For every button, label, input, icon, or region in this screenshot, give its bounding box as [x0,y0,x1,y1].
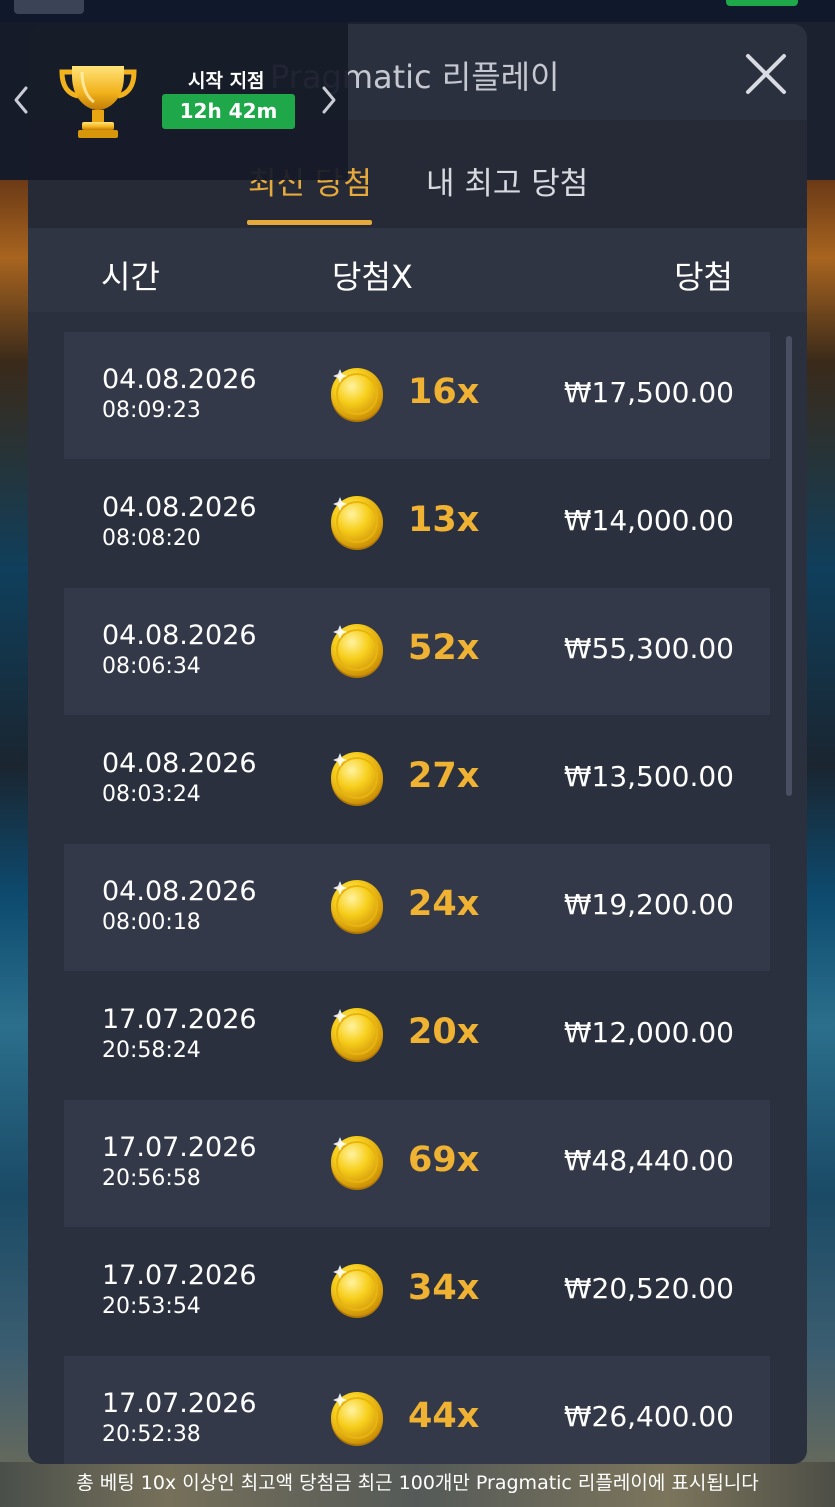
win-date: 17.07.2026 [102,1132,257,1163]
win-date: 17.07.2026 [102,1260,257,1291]
trophy-icon [59,66,137,138]
active-tab-indicator [247,220,372,225]
win-multiplier: 20x [408,1012,480,1052]
chevron-left-icon[interactable] [10,82,32,118]
win-amount: ₩17,500.00 [563,376,734,409]
list-item[interactable]: 04.08.2026 08:06:34 52x ₩55,300.00 [64,588,770,715]
coin-icon [328,493,386,551]
win-date: 04.08.2026 [102,620,257,651]
win-amount: ₩20,520.00 [563,1272,734,1305]
list-item[interactable]: 17.07.2026 20:52:38 44x ₩26,400.00 [64,1356,770,1464]
wins-list[interactable]: 04.08.2026 08:09:23 16x ₩17,500.00 04.08… [28,312,807,1464]
win-date: 04.08.2026 [102,748,257,779]
win-amount: ₩13,500.00 [563,760,734,793]
coin-icon [328,621,386,679]
top-bar-button-left[interactable] [14,0,84,14]
win-multiplier: 52x [408,628,480,668]
coin-icon [328,365,386,423]
win-amount: ₩48,440.00 [563,1144,734,1177]
win-multiplier: 24x [408,884,480,924]
win-amount: ₩14,000.00 [563,504,734,537]
win-date: 04.08.2026 [102,876,257,907]
column-headers: 시간 당첨X 당첨 [28,228,807,312]
list-item[interactable]: 17.07.2026 20:58:24 20x ₩12,000.00 [64,972,770,1099]
tab-my-best-wins[interactable]: 내 최고 당첨 [426,158,588,203]
coin-icon [328,1133,386,1191]
list-item[interactable]: 04.08.2026 08:00:18 24x ₩19,200.00 [64,844,770,971]
win-multiplier: 34x [408,1268,480,1308]
list-item[interactable]: 17.07.2026 20:56:58 69x ₩48,440.00 [64,1100,770,1227]
list-item[interactable]: 04.08.2026 08:03:24 27x ₩13,500.00 [64,716,770,843]
close-button[interactable] [740,48,792,100]
win-date: 17.07.2026 [102,1004,257,1035]
win-multiplier: 27x [408,756,480,796]
win-time: 08:09:23 [102,398,201,423]
win-date: 04.08.2026 [102,364,257,395]
win-time: 08:06:34 [102,654,201,679]
win-time: 20:56:58 [102,1166,201,1191]
coin-icon [328,1005,386,1063]
close-icon [746,54,786,94]
coin-icon [328,1389,386,1447]
list-item[interactable]: 17.07.2026 20:53:54 34x ₩20,520.00 [64,1228,770,1355]
win-amount: ₩12,000.00 [563,1016,734,1049]
win-amount: ₩55,300.00 [563,632,734,665]
coin-icon [328,1261,386,1319]
win-time: 08:00:18 [102,910,201,935]
win-multiplier: 16x [408,372,480,412]
win-time: 20:53:54 [102,1294,201,1319]
win-time: 08:03:24 [102,782,201,807]
coin-icon [328,877,386,935]
win-date: 04.08.2026 [102,492,257,523]
win-time: 20:52:38 [102,1422,201,1447]
win-amount: ₩19,200.00 [563,888,734,921]
win-amount: ₩26,400.00 [563,1400,734,1433]
footer-disclaimer: 총 베팅 10x 이상인 최고액 당첨금 최근 100개만 Pragmatic … [76,1472,759,1494]
win-time: 20:58:24 [102,1038,201,1063]
top-bar-button-right[interactable] [726,0,798,6]
list-item[interactable]: 04.08.2026 08:08:20 13x ₩14,000.00 [64,460,770,587]
tournament-countdown-badge: 12h 42m [162,94,295,129]
coin-icon [328,749,386,807]
list-item[interactable]: 04.08.2026 08:09:23 16x ₩17,500.00 [64,332,770,459]
win-multiplier: 13x [408,500,480,540]
column-header-multiplier: 당첨X [332,258,413,296]
replay-modal: Pragmatic 리플레이 최신 당첨 내 최고 당첨 시간 당첨X 당첨 0… [28,24,807,1464]
column-header-time: 시간 [101,258,160,296]
win-multiplier: 69x [408,1140,480,1180]
tournament-start-label: 시작 지점 [188,70,265,92]
chevron-right-icon[interactable] [318,82,340,118]
list-scrollbar[interactable] [786,336,792,796]
win-multiplier: 44x [408,1396,480,1436]
win-time: 08:08:20 [102,526,201,551]
tournament-widget[interactable]: 시작 지점 12h 42m [0,22,348,180]
column-header-win: 당첨 [674,258,733,296]
win-date: 17.07.2026 [102,1388,257,1419]
game-top-bar [0,0,835,22]
